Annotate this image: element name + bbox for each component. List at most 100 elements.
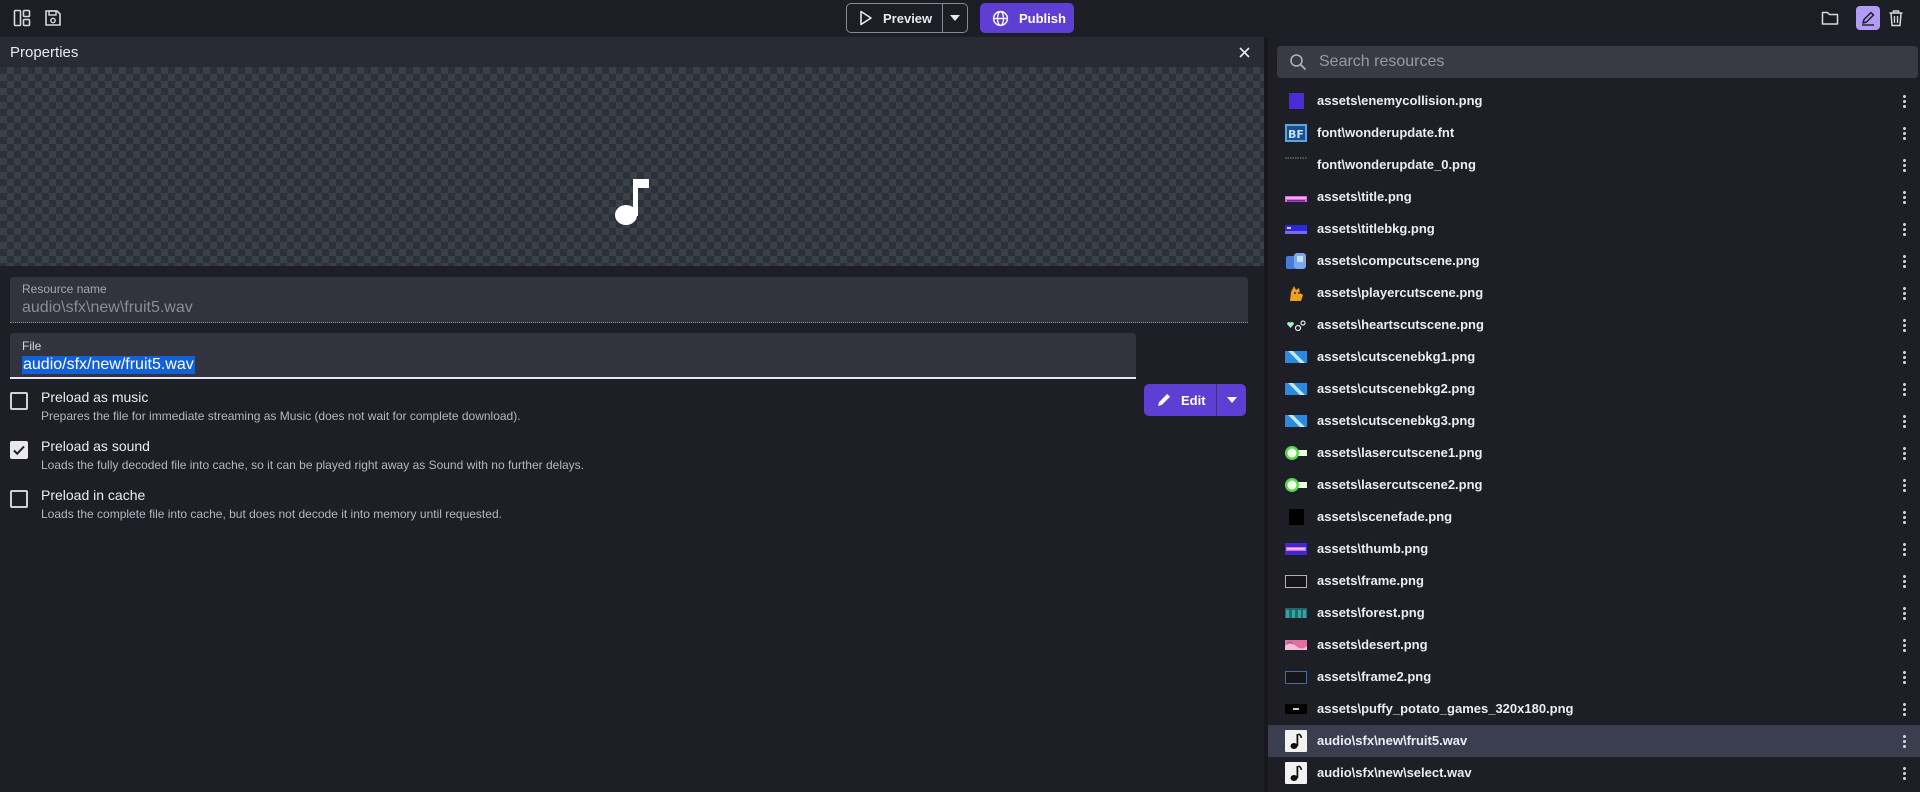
more-options-icon[interactable] [1900, 477, 1908, 493]
resource-name: assets\thumb.png [1317, 541, 1429, 556]
music-note-thumb-icon [1285, 730, 1307, 752]
resource-name-field[interactable]: Resource name audio\sfx\new\fruit5.wav [10, 277, 1248, 323]
close-icon[interactable] [1236, 44, 1252, 60]
computer-thumb-icon [1286, 253, 1306, 269]
more-options-icon[interactable] [1900, 349, 1908, 365]
resource-item[interactable]: assets\cutscenebkg1.png [1268, 341, 1920, 373]
save-icon[interactable] [41, 6, 65, 30]
option-title: Preload as sound [41, 438, 150, 454]
resource-item[interactable]: assets\frame2.png [1268, 661, 1920, 693]
resource-name: assets\titlebkg.png [1317, 221, 1435, 236]
more-options-icon[interactable] [1900, 157, 1908, 173]
resource-item[interactable]: assets\cutscenebkg3.png [1268, 405, 1920, 437]
search-icon [1290, 54, 1307, 71]
resource-item[interactable]: assets\scenefade.png [1268, 501, 1920, 533]
caret-down-icon [950, 15, 960, 21]
project-manager-icon[interactable] [10, 6, 34, 30]
resource-name-label: Resource name [22, 282, 107, 296]
titlebkg-thumb-icon [1285, 225, 1307, 234]
search-input[interactable] [1319, 51, 1899, 73]
more-options-icon[interactable] [1900, 381, 1908, 397]
edit-button[interactable]: Edit [1144, 384, 1216, 416]
preview-button[interactable]: Preview [847, 4, 942, 32]
checkmark-icon [13, 445, 25, 456]
preload-sound-checkbox[interactable] [10, 441, 28, 459]
more-options-icon[interactable] [1900, 573, 1908, 589]
more-options-icon[interactable] [1900, 605, 1908, 621]
more-options-icon[interactable] [1900, 413, 1908, 429]
cat-thumb-icon [1290, 286, 1303, 301]
more-options-icon[interactable] [1900, 253, 1908, 269]
bitmap-font-thumb-icon: BF [1285, 124, 1307, 142]
more-options-icon[interactable] [1900, 445, 1908, 461]
resource-item[interactable]: assets\enemycollision.png [1268, 85, 1920, 117]
resource-item[interactable]: assets\titlebkg.png [1268, 213, 1920, 245]
top-toolbar: Preview Publish [0, 0, 1920, 36]
more-options-icon[interactable] [1900, 701, 1908, 717]
resource-name: assets\frame2.png [1317, 669, 1432, 684]
resource-name: assets\heartscutscene.png [1317, 317, 1484, 332]
resource-list: assets\enemycollision.png BF font\wonder… [1268, 85, 1920, 789]
publish-button[interactable]: Publish [980, 3, 1074, 33]
resource-name: assets\scenefade.png [1317, 509, 1453, 524]
resource-item[interactable]: font\wonderupdate_0.png [1268, 149, 1920, 181]
resource-name: assets\playercutscene.png [1317, 285, 1484, 300]
resource-item[interactable]: assets\title.png [1268, 181, 1920, 213]
pencil-icon [1158, 394, 1170, 406]
resource-name-value: audio\sfx\new\fruit5.wav [22, 299, 193, 316]
svg-text:BF: BF [1288, 128, 1304, 141]
frame-thumb-icon [1285, 575, 1307, 588]
preload-cache-checkbox[interactable] [10, 490, 28, 508]
thumb-thumb-icon [1285, 543, 1307, 555]
more-options-icon[interactable] [1900, 733, 1908, 749]
more-options-icon[interactable] [1900, 189, 1908, 205]
resource-item[interactable]: audio\sfx\new\select.wav [1268, 757, 1920, 789]
pencil-icon[interactable] [1856, 6, 1880, 30]
resource-item[interactable]: assets\puffy_potato_games_320x180.png [1268, 693, 1920, 725]
resource-item[interactable]: assets\desert.png [1268, 629, 1920, 661]
more-options-icon[interactable] [1900, 765, 1908, 781]
resource-name: assets\desert.png [1317, 637, 1428, 652]
more-options-icon[interactable] [1900, 93, 1908, 109]
caret-down-icon [1226, 397, 1237, 403]
trash-icon[interactable] [1884, 6, 1908, 30]
resource-item[interactable]: assets\lasercutscene1.png [1268, 437, 1920, 469]
publish-label: Publish [1019, 10, 1066, 26]
resource-item[interactable]: assets\heartscutscene.png [1268, 309, 1920, 341]
file-field[interactable]: File audio/sfx/new/fruit5.wav [10, 333, 1136, 379]
resource-name: assets\puffy_potato_games_320x180.png [1317, 701, 1574, 716]
resource-item[interactable]: BF font\wonderupdate.fnt [1268, 117, 1920, 149]
edit-options-button[interactable] [1216, 384, 1246, 416]
more-options-icon[interactable] [1900, 541, 1908, 557]
resource-item[interactable]: assets\playercutscene.png [1268, 277, 1920, 309]
music-note-thumb-icon [1285, 762, 1307, 784]
resource-name: assets\cutscenebkg2.png [1317, 381, 1476, 396]
resource-item[interactable]: assets\compcutscene.png [1268, 245, 1920, 277]
resource-item[interactable]: assets\cutscenebkg2.png [1268, 373, 1920, 405]
music-note-icon [615, 179, 649, 225]
more-options-icon[interactable] [1900, 221, 1908, 237]
resource-item[interactable]: assets\thumb.png [1268, 533, 1920, 565]
resource-name: assets\title.png [1317, 189, 1412, 204]
edit-label: Edit [1181, 392, 1206, 408]
globe-icon [992, 10, 1009, 26]
more-options-icon[interactable] [1900, 317, 1908, 333]
file-value[interactable]: audio/sfx/new/fruit5.wav [22, 356, 195, 374]
more-options-icon[interactable] [1900, 125, 1908, 141]
more-options-icon[interactable] [1900, 509, 1908, 525]
more-options-icon[interactable] [1900, 285, 1908, 301]
frame2-thumb-icon [1285, 671, 1307, 684]
resource-item[interactable]: assets\forest.png [1268, 597, 1920, 629]
resource-item[interactable]: assets\lasercutscene2.png [1268, 469, 1920, 501]
more-options-icon[interactable] [1900, 669, 1908, 685]
folder-icon[interactable] [1818, 6, 1842, 30]
preview-options-button[interactable] [942, 4, 967, 32]
resource-item-selected[interactable]: audio\sfx\new\fruit5.wav [1268, 725, 1920, 757]
preload-music-checkbox[interactable] [10, 392, 28, 410]
resource-name: assets\lasercutscene2.png [1317, 477, 1483, 492]
play-icon [860, 10, 872, 26]
resource-item[interactable]: assets\frame.png [1268, 565, 1920, 597]
more-options-icon[interactable] [1900, 637, 1908, 653]
option-description: Loads the complete file into cache, but … [41, 507, 502, 521]
desert-thumb-icon [1285, 640, 1307, 650]
